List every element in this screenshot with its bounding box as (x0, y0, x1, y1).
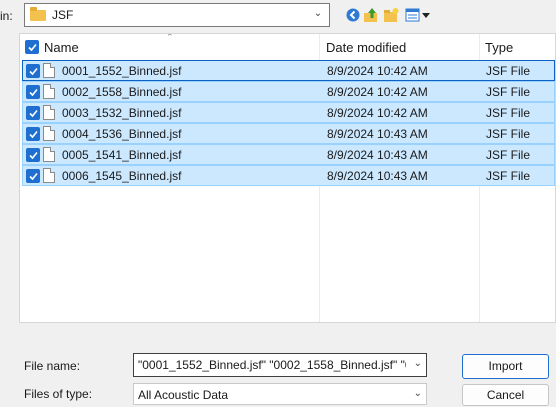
file-icon (43, 63, 55, 78)
sort-up-icon: ⌃ (166, 33, 174, 42)
file-row[interactable]: 0004_1536_Binned.jsf 8/9/2024 10:43 AM J… (22, 123, 555, 144)
file-row[interactable]: 0006_1545_Binned.jsf 8/9/2024 10:43 AM J… (22, 165, 555, 186)
file-date-cell: 8/9/2024 10:42 AM (327, 64, 428, 78)
import-button[interactable]: Import (462, 354, 549, 379)
look-in-combo[interactable]: JSF ⌄ (24, 3, 330, 27)
file-name-label: File name: (24, 359, 81, 373)
row-checkbox[interactable] (26, 148, 40, 162)
row-checkbox[interactable] (26, 64, 40, 78)
file-type-cell: JSF File (486, 64, 531, 78)
file-icon (43, 147, 55, 162)
file-type-label: Files of type: (24, 387, 93, 401)
file-icon (43, 84, 55, 99)
chevron-down-icon[interactable]: ⌄ (414, 358, 422, 369)
file-type-cell: JSF File (486, 148, 531, 162)
cancel-button[interactable]: Cancel (462, 384, 549, 406)
file-row[interactable]: 0005_1541_Binned.jsf 8/9/2024 10:43 AM J… (22, 144, 555, 165)
file-type-value: All Acoustic Data (138, 388, 229, 402)
look-in-value: JSF (52, 8, 74, 22)
file-date-cell: 8/9/2024 10:43 AM (327, 148, 428, 162)
file-icon (43, 105, 55, 120)
file-name-cell: 0002_1558_Binned.jsf (62, 85, 182, 99)
file-name-value: "0001_1552_Binned.jsf" "0002_1558_Binned… (138, 358, 406, 372)
column-header-row: ⌃ Name Date modified Type (20, 33, 555, 60)
file-row[interactable]: 0003_1532_Binned.jsf 8/9/2024 10:42 AM J… (22, 102, 555, 123)
look-in-label: in: (0, 9, 13, 23)
file-type-cell: JSF File (486, 169, 531, 183)
file-row[interactable]: 0002_1558_Binned.jsf 8/9/2024 10:42 AM J… (22, 81, 555, 102)
file-name-cell: 0005_1541_Binned.jsf (62, 148, 182, 162)
chevron-down-icon: ⌄ (313, 8, 323, 19)
file-date-cell: 8/9/2024 10:43 AM (327, 127, 428, 141)
file-row[interactable]: 0001_1552_Binned.jsf 8/9/2024 10:42 AM J… (22, 60, 555, 81)
column-header-name[interactable]: Name (44, 40, 79, 55)
up-folder-icon[interactable] (362, 6, 380, 24)
column-header-date-modified[interactable]: Date modified (326, 40, 406, 55)
row-checkbox[interactable] (26, 85, 40, 99)
folder-icon (30, 7, 46, 21)
column-header-type[interactable]: Type (485, 40, 513, 55)
file-type-cell: JSF File (486, 85, 531, 99)
file-icon (43, 126, 55, 141)
file-date-cell: 8/9/2024 10:42 AM (327, 85, 428, 99)
row-checkbox[interactable] (26, 127, 40, 141)
row-checkbox[interactable] (26, 169, 40, 183)
file-name-cell: 0006_1545_Binned.jsf (62, 169, 182, 183)
file-type-select[interactable]: All Acoustic Data ⌄ (133, 383, 427, 405)
file-name-cell: 0004_1536_Binned.jsf (62, 127, 182, 141)
new-folder-icon[interactable] (382, 6, 400, 24)
view-menu-icon[interactable] (404, 6, 432, 24)
file-rows: 0001_1552_Binned.jsf 8/9/2024 10:42 AM J… (20, 60, 555, 186)
file-date-cell: 8/9/2024 10:43 AM (327, 169, 428, 183)
chevron-down-icon[interactable]: ⌄ (414, 388, 422, 399)
row-checkbox[interactable] (26, 106, 40, 120)
file-list[interactable]: ⌃ Name Date modified Type 0001_1552_Binn… (19, 33, 556, 323)
file-date-cell: 8/9/2024 10:42 AM (327, 106, 428, 120)
file-type-cell: JSF File (486, 127, 531, 141)
back-icon[interactable] (344, 6, 362, 24)
file-type-cell: JSF File (486, 106, 531, 120)
select-all-checkbox[interactable] (25, 40, 39, 54)
file-name-input[interactable]: "0001_1552_Binned.jsf" "0002_1558_Binned… (133, 353, 427, 377)
file-name-cell: 0001_1552_Binned.jsf (62, 64, 182, 78)
file-name-cell: 0003_1532_Binned.jsf (62, 106, 182, 120)
file-icon (43, 168, 55, 183)
